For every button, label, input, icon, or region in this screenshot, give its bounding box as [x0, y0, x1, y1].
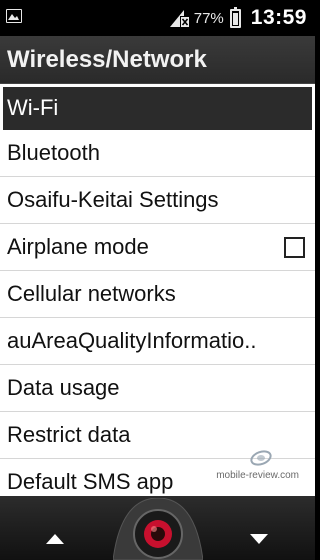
settings-item-label: Restrict data: [7, 422, 131, 447]
settings-item-label: Airplane mode: [7, 234, 149, 259]
settings-item-osaifu-keitai[interactable]: Osaifu-Keitai Settings: [0, 177, 315, 224]
clock: 13:59: [250, 6, 307, 29]
settings-item-data-usage[interactable]: Data usage: [0, 365, 315, 412]
signal-no-sim-icon: [168, 8, 190, 28]
settings-item-au-area-quality[interactable]: auAreaQualityInformatio..: [0, 318, 315, 365]
title-bar: Wireless/Network: [0, 36, 315, 84]
page-title: Wireless/Network: [7, 46, 207, 73]
watermark-text: mobile-review.com: [216, 470, 299, 481]
battery-icon: [229, 6, 241, 28]
gallery-icon: [6, 9, 22, 23]
status-bar: 77% 13:59: [0, 0, 315, 36]
settings-item-label: Data usage: [7, 375, 120, 400]
airplane-mode-checkbox[interactable]: [284, 237, 305, 258]
settings-item-cellular-networks[interactable]: Cellular networks: [0, 271, 315, 318]
settings-item-label: Cellular networks: [7, 281, 176, 306]
settings-item-label: Osaifu-Keitai Settings: [7, 187, 219, 212]
bottom-nav-bar: [0, 496, 315, 560]
watermark-logo-icon: [250, 450, 272, 466]
down-arrow-icon[interactable]: [250, 534, 268, 544]
center-select-icon[interactable]: [113, 498, 203, 560]
settings-item-wifi[interactable]: Wi-Fi: [3, 87, 312, 130]
up-arrow-icon[interactable]: [46, 534, 64, 544]
settings-item-label: Default SMS app: [7, 469, 174, 494]
settings-item-label: Wi-Fi: [7, 95, 59, 120]
battery-fill: [232, 12, 238, 25]
settings-item-label: Bluetooth: [7, 140, 100, 165]
battery-percent: 77%: [193, 9, 224, 27]
settings-item-bluetooth[interactable]: Bluetooth: [0, 130, 315, 177]
settings-item-airplane-mode[interactable]: Airplane mode: [0, 224, 315, 271]
settings-item-label: auAreaQualityInformatio..: [7, 328, 257, 353]
settings-list: Wi-Fi Bluetooth Osaifu-Keitai Settings A…: [0, 84, 315, 496]
